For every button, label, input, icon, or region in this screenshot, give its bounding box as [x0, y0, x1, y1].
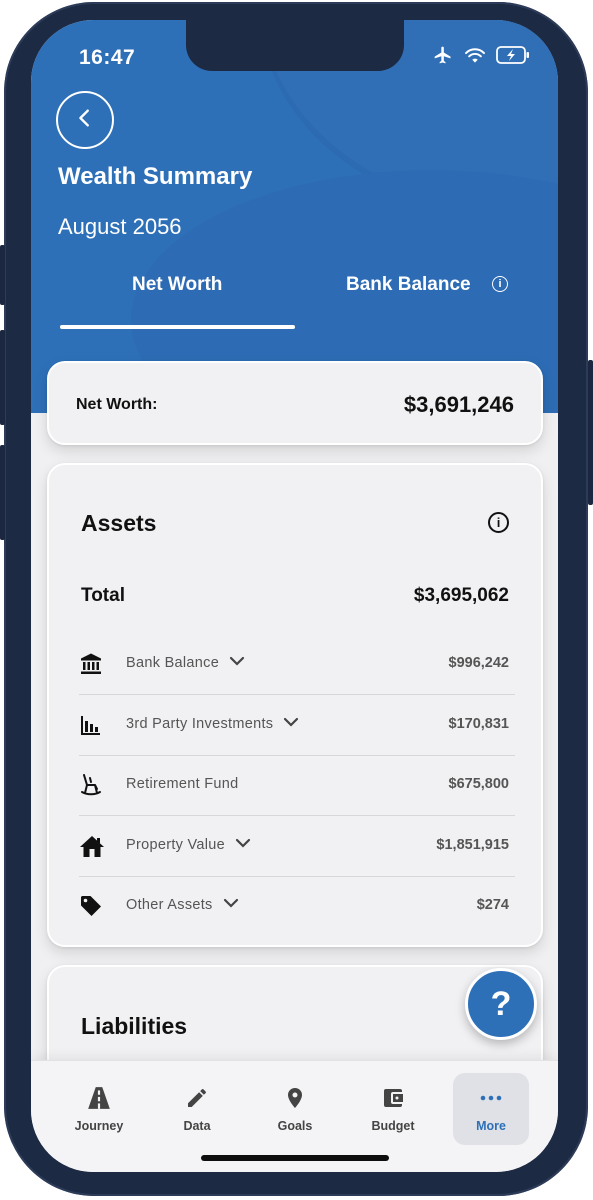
asset-label-text: Other Assets — [126, 897, 213, 913]
asset-label: 3rd Party Investments — [126, 716, 299, 732]
asset-label-text: Retirement Fund — [126, 776, 239, 792]
chevron-down-icon[interactable] — [229, 655, 245, 671]
nav-label: More — [476, 1119, 506, 1133]
wallet-icon — [379, 1083, 407, 1113]
airplane-icon — [432, 45, 454, 70]
status-icons — [432, 45, 530, 70]
net-worth-card: Net Worth: $3,691,246 — [47, 361, 543, 445]
info-icon[interactable]: i — [492, 276, 508, 292]
power-button — [588, 360, 593, 505]
back-button[interactable] — [56, 91, 114, 149]
asset-row-3rd-party-investments[interactable]: 3rd Party Investments $170,831 — [79, 696, 515, 756]
rocking-chair-icon — [79, 773, 105, 799]
chevron-down-icon[interactable] — [283, 716, 299, 732]
asset-label-text: Bank Balance — [126, 655, 220, 671]
volume-up-button — [0, 330, 5, 425]
nav-label: Journey — [74, 1119, 124, 1133]
asset-value: $274 — [476, 897, 509, 913]
liabilities-title: Liabilities — [81, 1013, 188, 1039]
asset-value: $170,831 — [448, 716, 509, 732]
nav-item-more[interactable]: More — [453, 1073, 529, 1145]
wifi-icon — [464, 46, 486, 69]
chevron-down-icon[interactable] — [235, 837, 251, 853]
asset-label-text: 3rd Party Investments — [126, 716, 274, 732]
asset-row-bank-balance[interactable]: Bank Balance $996,242 — [79, 635, 515, 695]
asset-value: $996,242 — [448, 655, 509, 671]
page-title: Wealth Summary — [58, 163, 253, 190]
nav-item-goals[interactable]: Goals — [257, 1073, 333, 1145]
asset-row-retirement-fund[interactable]: Retirement Fund $675,800 — [79, 756, 515, 816]
asset-value: $675,800 — [448, 776, 509, 792]
help-button[interactable]: ? — [465, 968, 537, 1040]
bank-icon — [79, 652, 105, 678]
tab-bank-balance[interactable]: Bank Balance — [346, 274, 471, 296]
screen: 16:47 Wealth Summary August 2056 Net Wor… — [31, 20, 558, 1172]
asset-label: Property Value — [126, 837, 251, 853]
asset-row-property-value[interactable]: Property Value $1,851,915 — [79, 817, 515, 877]
info-icon[interactable]: i — [488, 512, 509, 533]
chevron-down-icon[interactable] — [223, 897, 239, 913]
total-value: $3,695,062 — [413, 585, 509, 606]
page-subtitle: August 2056 — [58, 214, 182, 239]
asset-label: Other Assets — [126, 897, 239, 913]
divider — [79, 693, 515, 695]
net-worth-value: $3,691,246 — [403, 392, 514, 417]
tag-icon — [79, 894, 105, 920]
total-label: Total — [81, 585, 125, 606]
tab-net-worth[interactable]: Net Worth — [132, 274, 222, 296]
net-worth-label: Net Worth: — [76, 396, 158, 413]
assets-card: Assets i Total $3,695,062 Bank Balance $… — [47, 463, 543, 947]
bar-chart-icon — [79, 713, 105, 739]
chevron-left-icon — [74, 107, 96, 134]
asset-value: $1,851,915 — [436, 837, 509, 853]
home-indicator[interactable] — [201, 1155, 389, 1161]
asset-label-text: Property Value — [126, 837, 226, 853]
more-dots-icon — [477, 1083, 505, 1113]
nav-label: Data — [183, 1119, 211, 1133]
status-time: 16:47 — [79, 46, 136, 69]
nav-label: Goals — [277, 1119, 313, 1133]
battery-icon — [496, 45, 530, 69]
asset-label: Bank Balance — [126, 655, 245, 671]
road-icon — [85, 1083, 113, 1113]
active-tab-indicator — [60, 325, 295, 329]
assets-title: Assets — [81, 510, 157, 536]
house-icon — [79, 834, 105, 860]
asset-row-other-assets[interactable]: Other Assets $274 — [79, 877, 515, 937]
nav-item-data[interactable]: Data — [159, 1073, 235, 1145]
nav-item-budget[interactable]: Budget — [355, 1073, 431, 1145]
pencil-icon — [183, 1083, 211, 1113]
asset-label: Retirement Fund — [126, 776, 239, 792]
volume-down-button — [0, 445, 5, 540]
nav-item-journey[interactable]: Journey — [61, 1073, 137, 1145]
location-pin-icon — [281, 1083, 309, 1113]
divider — [79, 814, 515, 816]
mute-switch — [0, 245, 5, 305]
nav-label: Budget — [371, 1119, 415, 1133]
notch — [186, 20, 404, 71]
